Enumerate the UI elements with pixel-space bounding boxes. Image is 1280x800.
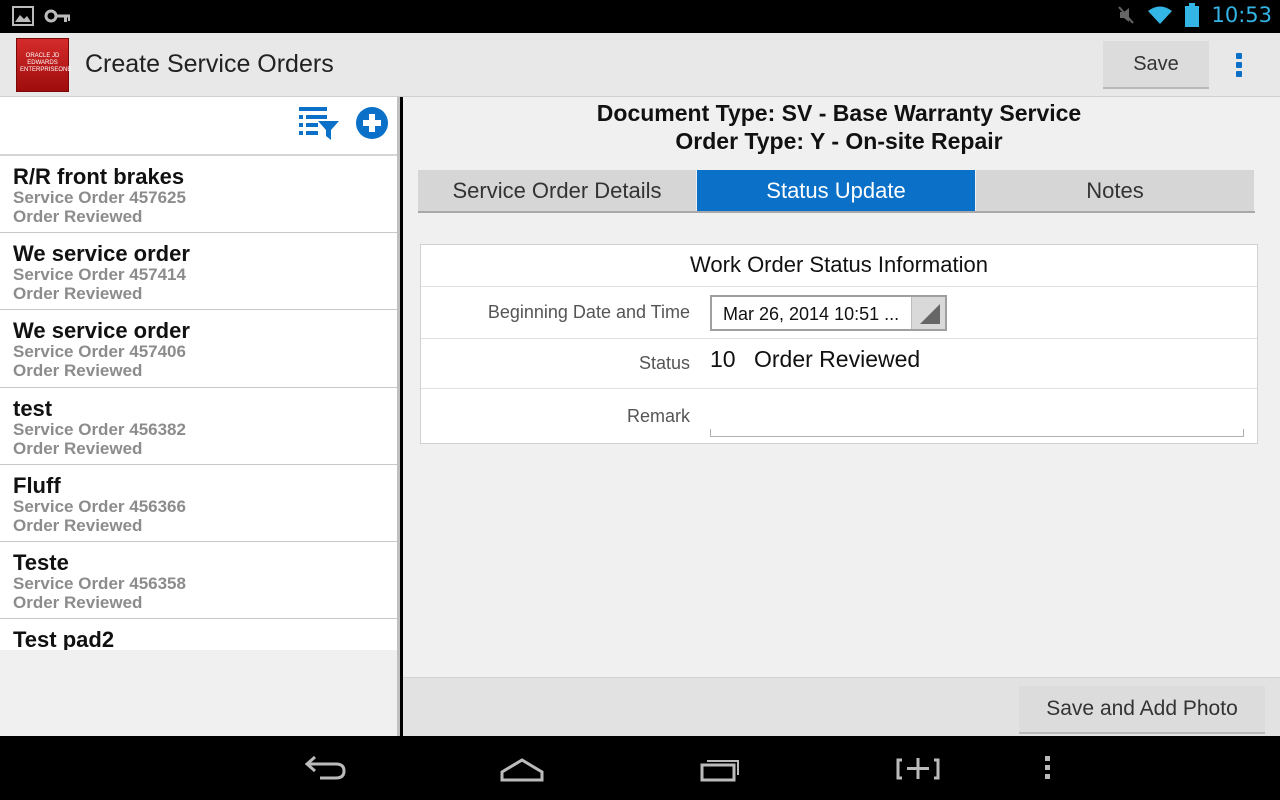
list-item[interactable]: We service order Service Order 457406 Or… <box>0 310 397 388</box>
status-bar: 10:53 <box>0 0 1280 33</box>
add-circle-icon[interactable] <box>355 106 389 140</box>
order-title: R/R front brakes <box>13 164 185 189</box>
order-title: Teste <box>13 549 69 575</box>
list-item[interactable]: We service order Service Order 457414 Or… <box>0 233 397 311</box>
back-icon[interactable] <box>300 750 350 786</box>
order-status: Order Reviewed <box>13 284 143 304</box>
remark-row: Remark <box>421 389 1257 443</box>
tab-notes[interactable]: Notes <box>976 170 1255 211</box>
begin-date-row: Beginning Date and Time Mar 26, 2014 10:… <box>421 287 1257 339</box>
list-item[interactable]: Fluff Service Order 456366 Order Reviewe… <box>0 464 397 542</box>
order-status: Order Reviewed <box>13 592 143 612</box>
order-number: Service Order 456382 <box>13 419 186 439</box>
dropdown-corner-icon <box>911 297 945 329</box>
save-and-add-photo-button[interactable]: Save and Add Photo <box>1019 686 1265 734</box>
tab-service-order-details[interactable]: Service Order Details <box>418 170 697 211</box>
tab-status-update[interactable]: Status Update <box>697 170 976 211</box>
order-list-pane: R/R front brakes Service Order 457625 Or… <box>0 97 400 736</box>
app-logo[interactable]: ORACLE JD EDWARDS ENTERPRISEONE <box>16 38 72 92</box>
order-title: Fluff <box>13 472 61 498</box>
order-title: We service order <box>13 241 190 267</box>
input-underline <box>710 429 1244 437</box>
mute-icon <box>1118 6 1135 24</box>
order-status: Order Reviewed <box>13 207 143 226</box>
recent-apps-icon[interactable] <box>696 750 746 786</box>
order-title: We service order <box>13 318 190 344</box>
order-number: Service Order 457406 <box>13 342 186 362</box>
status-code: 10 <box>710 346 736 372</box>
filter-list-icon[interactable] <box>298 105 340 141</box>
action-bar: ORACLE JD EDWARDS ENTERPRISEONE Create S… <box>0 33 1280 97</box>
begin-date-label: Beginning Date and Time <box>487 302 690 322</box>
status-text: Order Reviewed <box>754 346 921 372</box>
status-label: Status <box>638 353 690 373</box>
order-status: Order Reviewed <box>13 361 143 381</box>
order-title: test <box>13 395 53 421</box>
order-number: Service Order 456358 <box>13 573 186 593</box>
screenshot-icon[interactable] <box>893 750 943 786</box>
remark-label: Remark <box>626 406 690 426</box>
detail-pane: Document Type: SV - Base Warranty Servic… <box>403 97 1280 677</box>
order-type: Order Type: Y - On-site Repair <box>675 128 1003 154</box>
order-number: Service Order 457414 <box>13 265 186 285</box>
logo-text: ORACLE JD EDWARDS ENTERPRISEONE <box>20 53 72 73</box>
list-item[interactable]: Teste Service Order 456358 Order Reviewe… <box>0 541 397 620</box>
key-icon <box>44 9 70 23</box>
document-header: Document Type: SV - Base Warranty Servic… <box>403 99 1275 155</box>
list-item[interactable]: Test pad2 <box>0 619 397 650</box>
document-type: Document Type: SV - Base Warranty Servic… <box>596 100 1082 126</box>
status-info-table: Work Order Status Information Beginning … <box>420 244 1258 444</box>
order-number: Service Order 457625 <box>13 188 186 207</box>
list-item[interactable]: R/R front brakes Service Order 457625 Or… <box>0 156 397 234</box>
tab-bar: Service Order Details Status Update Note… <box>418 170 1255 213</box>
wifi-icon <box>1148 6 1173 24</box>
section-title: Work Order Status Information <box>421 245 1257 287</box>
list-item[interactable]: test Service Order 456382 Order Reviewed <box>0 387 397 465</box>
save-button[interactable]: Save <box>1103 41 1209 89</box>
image-icon <box>12 6 34 26</box>
navigation-bar <box>0 736 1280 800</box>
bottom-action-bar: Save and Add Photo <box>403 677 1280 736</box>
begin-date-value: Mar 26, 2014 10:51 ... <box>723 304 900 324</box>
order-status: Order Reviewed <box>13 515 143 535</box>
begin-date-picker[interactable]: Mar 26, 2014 10:51 ... <box>710 295 947 331</box>
order-number: Service Order 456366 <box>13 496 186 516</box>
menu-dots-icon[interactable] <box>1022 750 1072 786</box>
order-status: Order Reviewed <box>13 438 143 458</box>
page-title: Create Service Orders <box>85 50 334 78</box>
list-toolbar <box>0 97 397 156</box>
order-title: Test pad2 <box>13 627 115 650</box>
clock: 10:53 <box>1211 3 1272 27</box>
battery-icon <box>1185 3 1200 27</box>
order-list: R/R front brakes Service Order 457625 Or… <box>0 156 397 650</box>
status-row: Status 10 Order Reviewed <box>421 339 1257 389</box>
overflow-menu-icon[interactable] <box>1224 47 1254 83</box>
home-icon[interactable] <box>497 750 547 786</box>
